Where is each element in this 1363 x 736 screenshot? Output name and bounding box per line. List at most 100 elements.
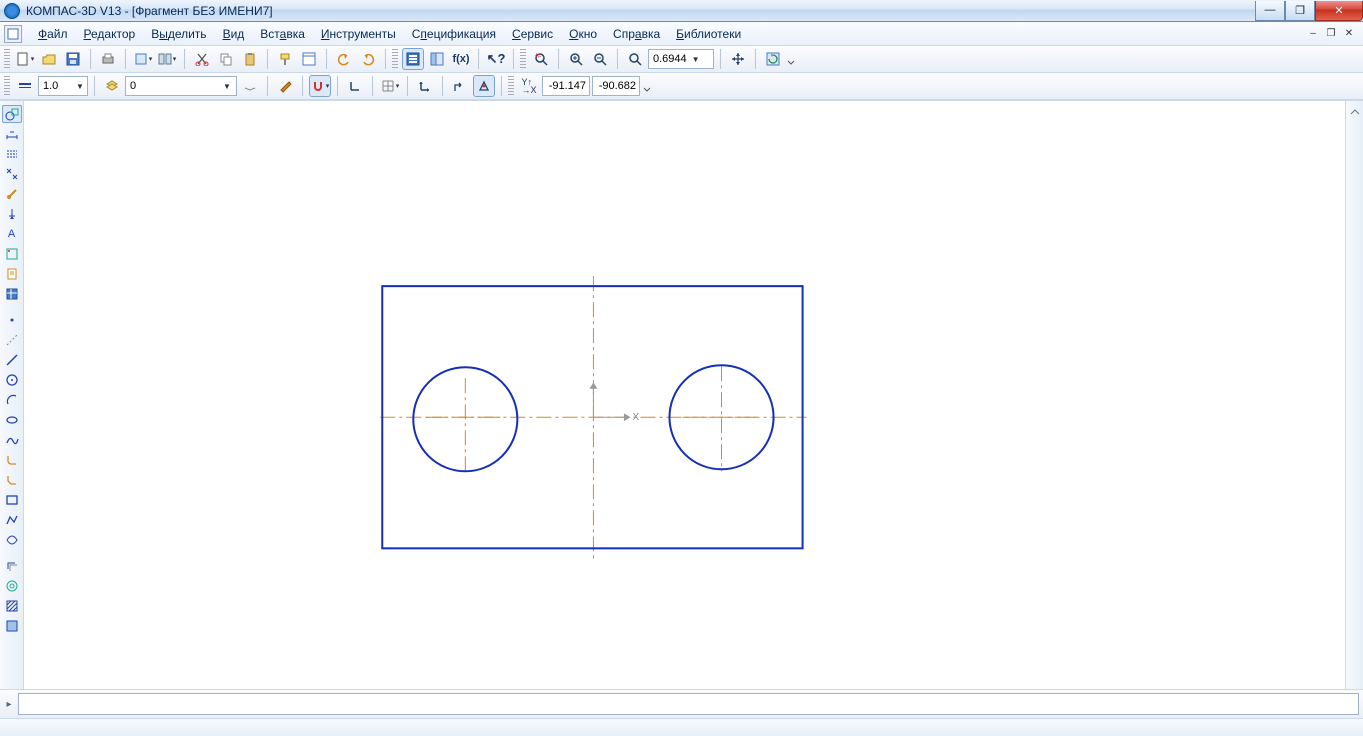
edit-panel-button[interactable] bbox=[2, 165, 22, 183]
symbols-panel-button[interactable] bbox=[2, 145, 22, 163]
properties-button[interactable] bbox=[156, 48, 178, 70]
zoom-scale-button[interactable] bbox=[624, 48, 646, 70]
open-button[interactable] bbox=[38, 48, 60, 70]
menu-window[interactable]: Окно bbox=[561, 24, 605, 44]
rect-tool-button[interactable] bbox=[2, 491, 22, 509]
text-panel-button[interactable]: A bbox=[2, 225, 22, 243]
dimensions-panel-button[interactable] bbox=[2, 125, 22, 143]
layer-visibility-button[interactable] bbox=[239, 75, 261, 97]
print-button[interactable] bbox=[97, 48, 119, 70]
doc-menu-icon[interactable] bbox=[4, 25, 22, 43]
mdi-minimize-button[interactable]: – bbox=[1305, 27, 1321, 41]
toolbar-state: 1.0 ▼ 0 ▼ Y↑→X -91.147 -90.682 bbox=[0, 73, 1363, 100]
report-panel-button[interactable] bbox=[2, 265, 22, 283]
menu-tools[interactable]: Инструменты bbox=[313, 24, 404, 44]
paste-button[interactable] bbox=[239, 48, 261, 70]
grid-button[interactable] bbox=[379, 75, 401, 97]
menu-spec[interactable]: Спецификация bbox=[404, 24, 504, 44]
spline-tool-button[interactable] bbox=[2, 431, 22, 449]
curve-tool-button[interactable] bbox=[2, 531, 22, 549]
scroll-handle[interactable] bbox=[1348, 105, 1362, 119]
toolbar-grip[interactable] bbox=[520, 49, 526, 69]
undo-button[interactable] bbox=[333, 48, 355, 70]
arc-tool-button[interactable] bbox=[2, 391, 22, 409]
refresh-button[interactable] bbox=[762, 48, 784, 70]
hatch-tool-button[interactable] bbox=[2, 597, 22, 615]
point-tool-button[interactable] bbox=[2, 311, 22, 329]
parametric-button[interactable] bbox=[473, 75, 495, 97]
zoom-window-button[interactable] bbox=[530, 48, 552, 70]
maximize-button[interactable]: ❐ bbox=[1285, 1, 1315, 21]
separator bbox=[302, 76, 303, 96]
local-cs-button[interactable] bbox=[414, 75, 436, 97]
table-panel-button[interactable] bbox=[2, 245, 22, 263]
cs-origin-button[interactable] bbox=[449, 75, 471, 97]
menu-help[interactable]: Справка bbox=[605, 24, 668, 44]
fx-button[interactable]: f(x) bbox=[450, 48, 472, 70]
layer-icon[interactable] bbox=[101, 75, 123, 97]
mdi-close-button[interactable]: ✕ bbox=[1341, 27, 1357, 41]
properties-panel-button[interactable] bbox=[298, 48, 320, 70]
params-panel-button[interactable] bbox=[2, 185, 22, 203]
axis-x-label: X bbox=[632, 412, 639, 423]
pan-button[interactable] bbox=[727, 48, 749, 70]
toolbar-grip[interactable] bbox=[508, 76, 514, 96]
menu-libraries[interactable]: Библиотеки bbox=[668, 24, 749, 44]
separator bbox=[90, 49, 91, 69]
polyline-tool-button[interactable] bbox=[2, 511, 22, 529]
menu-editor[interactable]: Редактор bbox=[76, 24, 144, 44]
geometry-panel-button[interactable] bbox=[2, 105, 22, 123]
document-name: [Фрагмент БЕЗ ИМЕНИ7] bbox=[132, 4, 273, 18]
zoom-out-button[interactable] bbox=[589, 48, 611, 70]
coord-y-box[interactable]: -90.682 bbox=[592, 76, 640, 96]
ortho-button[interactable] bbox=[344, 75, 366, 97]
equidistant-tool-button[interactable] bbox=[2, 577, 22, 595]
spec-panel-button[interactable] bbox=[2, 285, 22, 303]
drawing-canvas[interactable]: X bbox=[24, 101, 1345, 661]
menu-select[interactable]: Выделить bbox=[143, 24, 214, 44]
coord-x-box[interactable]: -91.147 bbox=[542, 76, 590, 96]
menu-view[interactable]: Вид bbox=[215, 24, 253, 44]
menu-manager-button[interactable] bbox=[402, 48, 424, 70]
toolbar-grip[interactable] bbox=[4, 76, 10, 96]
aux-line-tool-button[interactable] bbox=[2, 331, 22, 349]
fillet-tool-button[interactable] bbox=[2, 451, 22, 469]
brush-button[interactable] bbox=[274, 75, 296, 97]
mdi-restore-button[interactable]: ❐ bbox=[1323, 27, 1339, 41]
cut-button[interactable] bbox=[191, 48, 213, 70]
measure-panel-button[interactable] bbox=[2, 205, 22, 223]
help-arrow-button[interactable]: ↖? bbox=[485, 48, 507, 70]
preview-button[interactable] bbox=[132, 48, 154, 70]
linestyle-button[interactable] bbox=[14, 75, 36, 97]
chamfer-tool-button[interactable] bbox=[2, 471, 22, 489]
save-button[interactable] bbox=[62, 48, 84, 70]
zoom-in-button[interactable] bbox=[565, 48, 587, 70]
copy-button[interactable] bbox=[215, 48, 237, 70]
overflow-icon[interactable] bbox=[642, 75, 652, 97]
snap-button[interactable] bbox=[309, 75, 331, 97]
redo-button[interactable] bbox=[357, 48, 379, 70]
menu-insert[interactable]: Вставка bbox=[252, 24, 313, 44]
fill-tool-button[interactable] bbox=[2, 617, 22, 635]
menu-service[interactable]: Сервис bbox=[504, 24, 561, 44]
variables-button[interactable] bbox=[426, 48, 448, 70]
line-tool-button[interactable] bbox=[2, 351, 22, 369]
toolbar-grip[interactable] bbox=[4, 49, 10, 69]
menu-file[interactable]: Файл bbox=[30, 24, 76, 44]
close-button[interactable]: ✕ bbox=[1315, 1, 1363, 21]
offset-tool-button[interactable] bbox=[2, 557, 22, 575]
new-button[interactable] bbox=[14, 48, 36, 70]
line-width-combo[interactable]: 1.0 ▼ bbox=[38, 76, 88, 96]
toolbar-grip[interactable] bbox=[392, 49, 398, 69]
circle-tool-button[interactable] bbox=[2, 371, 22, 389]
layer-combo[interactable]: 0 ▼ bbox=[125, 76, 237, 96]
format-painter-button[interactable] bbox=[274, 48, 296, 70]
minimize-button[interactable]: — bbox=[1255, 1, 1285, 21]
overflow-icon[interactable] bbox=[786, 48, 796, 70]
xy-label-button[interactable]: Y↑→X bbox=[518, 75, 540, 97]
coord-y-value: -90.682 bbox=[599, 80, 636, 92]
expand-icon[interactable]: ▸ bbox=[4, 697, 14, 711]
command-input[interactable] bbox=[18, 693, 1359, 715]
zoom-combo[interactable]: 0.6944 ▼ bbox=[648, 49, 714, 69]
ellipse-tool-button[interactable] bbox=[2, 411, 22, 429]
